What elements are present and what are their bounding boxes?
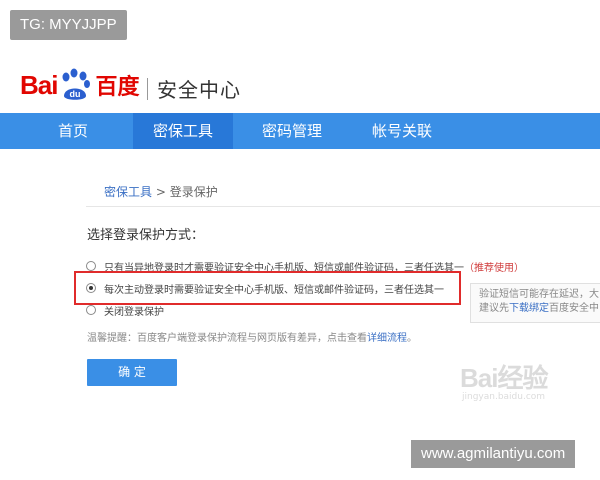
nav-password-management[interactable]: 密码管理	[252, 113, 332, 149]
paw-icon: du	[58, 68, 92, 102]
baidu-logo[interactable]: Bai du 百度	[20, 68, 139, 102]
nav-account-linking[interactable]: 帐号关联	[362, 113, 442, 149]
breadcrumb-current: 登录保护	[169, 185, 218, 199]
logo-text-bai: Bai	[20, 69, 58, 100]
product-title: 安全中心	[157, 78, 241, 102]
url-watermark: www.agmilantiyu.com	[411, 440, 576, 468]
sms-delay-tooltip: 验证短信可能存在延迟，大 建议先下载绑定百度安全中	[470, 283, 600, 323]
nav-security-tools[interactable]: 密保工具	[133, 113, 233, 149]
logo-text-cn: 百度	[95, 75, 140, 100]
breadcrumb-parent[interactable]: 密保工具	[104, 185, 152, 199]
nav-home[interactable]: 首页	[45, 113, 101, 149]
logo-text-du: du	[70, 89, 81, 99]
section-title: 选择登录保护方式：	[87, 228, 205, 243]
watermark-url: jingyan.baidu.com	[462, 392, 546, 402]
breadcrumb: 密保工具 > 登录保护	[104, 183, 218, 200]
watermark-tag: TG: MYYJJPP	[10, 10, 127, 40]
tooltip-line1: 验证短信可能存在延迟，大	[479, 289, 599, 300]
highlight-box	[74, 271, 461, 305]
breadcrumb-separator: >	[155, 185, 166, 199]
confirm-button[interactable]: 确 定	[87, 359, 177, 386]
recommended-note: （推荐使用）	[464, 262, 524, 274]
radio-remote-login[interactable]	[86, 261, 96, 271]
radio-disable[interactable]	[86, 305, 96, 315]
download-bind-link[interactable]: 下载绑定	[509, 303, 549, 314]
jingyan-watermark: Bai经验 jingyan.baidu.com	[460, 358, 580, 408]
tip-text: 温馨提醒：百度客户端登录保护流程与网页版有差异，点击查看详细流程。	[87, 333, 417, 344]
header-divider	[147, 78, 148, 100]
breadcrumb-divider	[86, 206, 600, 207]
header: Bai du 百度 安全中心	[20, 60, 580, 110]
details-link[interactable]: 详细流程	[367, 333, 407, 344]
watermark-text: Bai经验	[460, 363, 548, 393]
tooltip-line2: 建议先下载绑定百度安全中	[479, 303, 599, 314]
main-nav: 首页 密保工具 密码管理 帐号关联	[0, 113, 600, 149]
